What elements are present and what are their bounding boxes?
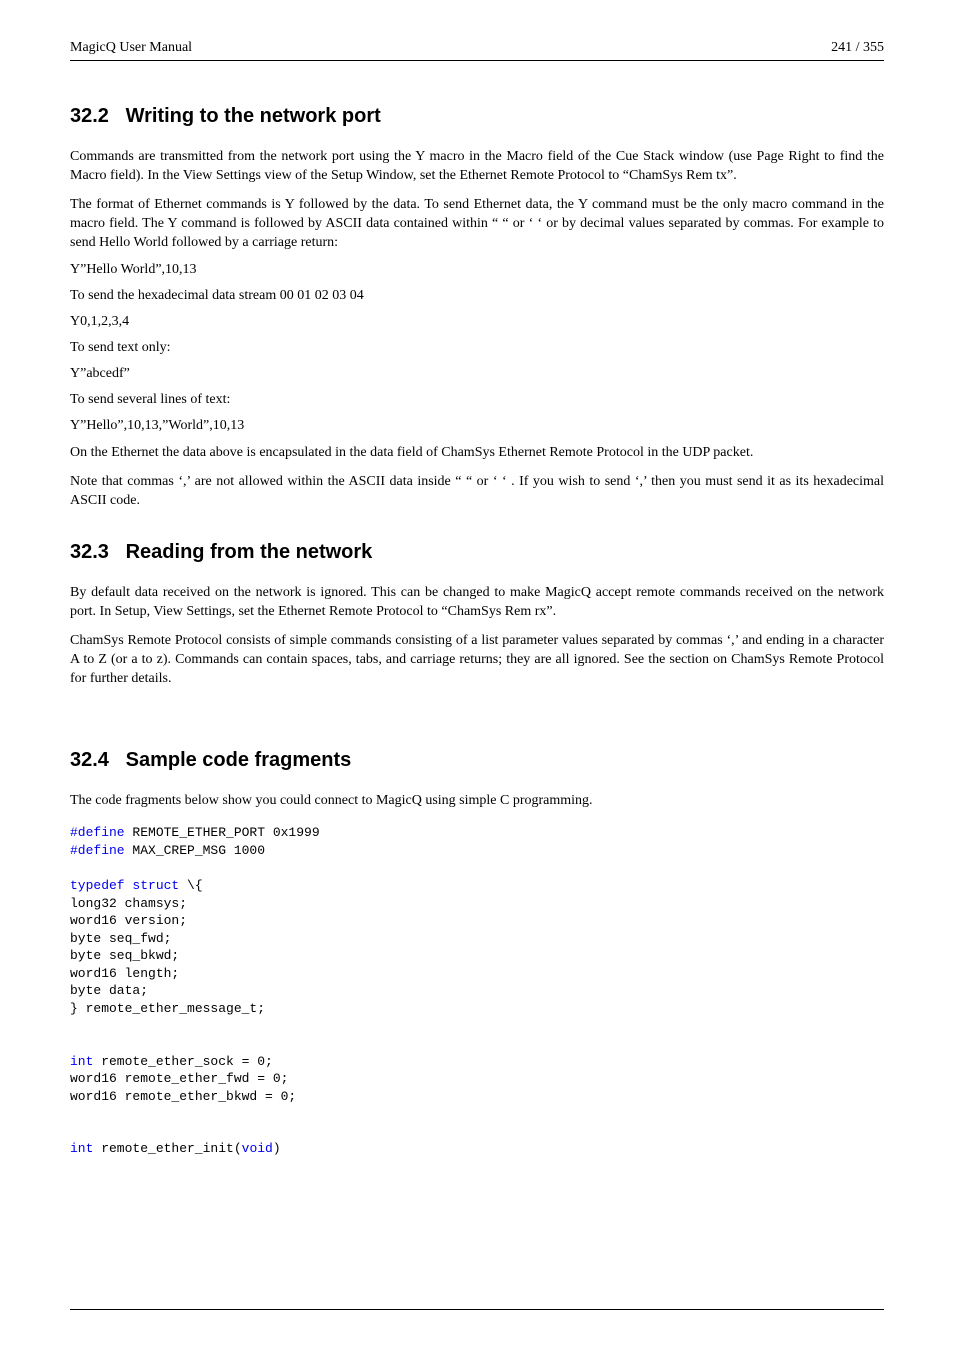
code-line: Y”Hello World”,10,13 xyxy=(70,262,884,278)
code-block: #define REMOTE_ETHER_PORT 0x1999 #define… xyxy=(70,824,884,1157)
code-line: Y”Hello”,10,13,”World”,10,13 xyxy=(70,418,884,434)
code-text: REMOTE_ETHER_PORT 0x1999 xyxy=(125,825,320,840)
paragraph: To send text only: xyxy=(70,340,884,356)
section-title: Sample code fragments xyxy=(126,749,352,771)
header-right: 241 / 355 xyxy=(831,40,884,56)
code-keyword: #define xyxy=(70,825,125,840)
code-text: word16 length; xyxy=(70,966,179,981)
paragraph: By default data received on the network … xyxy=(70,584,884,622)
code-text: word16 remote_ether_fwd = 0; xyxy=(70,1071,288,1086)
paragraph: To send the hexadecimal data stream 00 0… xyxy=(70,288,884,304)
code-text: long32 chamsys; xyxy=(70,896,187,911)
paragraph: The format of Ethernet commands is Y fol… xyxy=(70,196,884,253)
code-text: MAX_CREP_MSG 1000 xyxy=(125,843,265,858)
code-keyword: int xyxy=(70,1054,93,1069)
code-text: word16 version; xyxy=(70,913,187,928)
code-text: remote_ether_init( xyxy=(93,1141,241,1156)
page-header: MagicQ User Manual 241 / 355 xyxy=(70,40,884,61)
code-text: remote_ether_sock = 0; xyxy=(93,1054,272,1069)
code-text: \{ xyxy=(179,878,202,893)
paragraph: ChamSys Remote Protocol consists of simp… xyxy=(70,632,884,689)
code-text: byte data; xyxy=(70,983,148,998)
paragraph: To send several lines of text: xyxy=(70,392,884,408)
code-keyword: #define xyxy=(70,843,125,858)
section-32-3-heading: 32.3 Reading from the network xyxy=(70,541,884,564)
code-text: } remote_ether_message_t; xyxy=(70,1001,265,1016)
header-left: MagicQ User Manual xyxy=(70,40,192,56)
section-number: 32.4 xyxy=(70,749,109,771)
code-text: byte seq_bkwd; xyxy=(70,948,179,963)
code-text: ) xyxy=(273,1141,281,1156)
section-number: 32.3 xyxy=(70,541,109,563)
code-line: Y”abcedf” xyxy=(70,366,884,382)
code-text: byte seq_fwd; xyxy=(70,931,171,946)
paragraph: Note that commas ‘,’ are not allowed wit… xyxy=(70,473,884,511)
code-line: Y0,1,2,3,4 xyxy=(70,314,884,330)
paragraph: The code fragments below show you could … xyxy=(70,792,884,811)
paragraph: Commands are transmitted from the networ… xyxy=(70,148,884,186)
code-keyword: void xyxy=(242,1141,273,1156)
section-title: Reading from the network xyxy=(126,541,373,563)
page-container: MagicQ User Manual 241 / 355 32.2 Writin… xyxy=(0,0,954,1350)
code-text: word16 remote_ether_bkwd = 0; xyxy=(70,1089,296,1104)
code-keyword: int xyxy=(70,1141,93,1156)
paragraph: On the Ethernet the data above is encaps… xyxy=(70,444,884,463)
section-title: Writing to the network port xyxy=(126,105,381,127)
footer-rule xyxy=(70,1309,884,1310)
section-32-4-heading: 32.4 Sample code fragments xyxy=(70,749,884,772)
code-keyword: typedef struct xyxy=(70,878,179,893)
section-number: 32.2 xyxy=(70,105,109,127)
section-32-2-heading: 32.2 Writing to the network port xyxy=(70,105,884,128)
